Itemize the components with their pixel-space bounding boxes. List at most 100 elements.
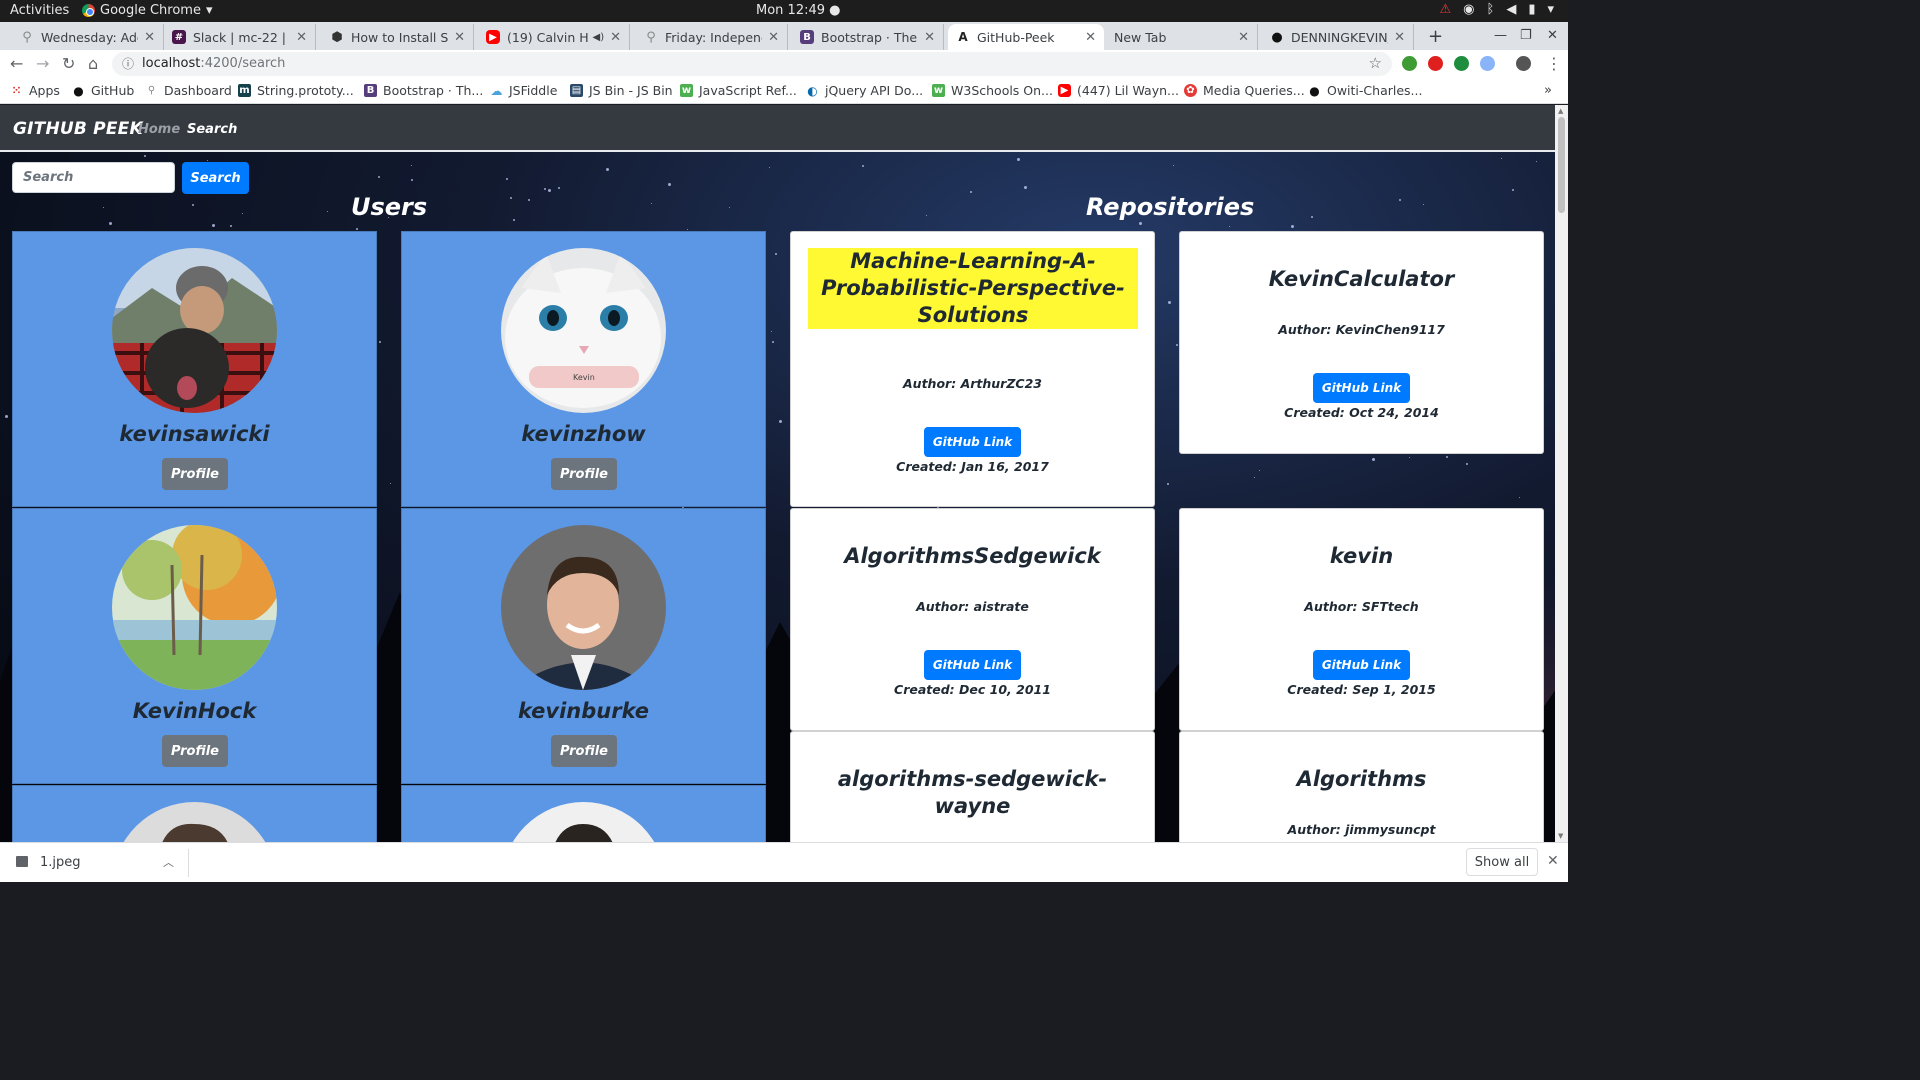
browser-tab[interactable]: ▶ (19) Calvin Harr ◀) ✕ [478,24,630,50]
created-value: Dec 10, 2011 [959,682,1051,697]
star-dot [207,160,208,161]
bookmark-item[interactable]: ⚲ Dashboard [145,83,232,98]
bookmark-item[interactable]: ● GitHub [72,83,134,98]
new-tab-button[interactable]: + [1428,26,1443,47]
avatar [112,248,277,413]
user-card: KevinHock Profile [12,508,377,784]
forward-icon[interactable]: → [36,54,49,73]
bookmark-item[interactable]: B Bootstrap · Th... [364,83,483,98]
repo-card: KevinCalculator Author: KevinChen9117 Gi… [1179,231,1544,454]
chevron-down-icon: ▾ [1547,2,1554,17]
close-icon[interactable]: ✕ [1085,30,1096,45]
close-icon[interactable]: ✕ [924,30,935,45]
browser-tab-active[interactable]: A GitHub-Peek ✕ [948,24,1104,50]
search-input[interactable] [12,162,175,193]
browser-tab[interactable]: ⚲ Friday: Independen ✕ [636,24,788,50]
info-icon[interactable]: ⓘ [122,55,134,72]
download-file-name[interactable]: 1.jpeg [40,855,81,870]
close-icon[interactable]: ✕ [610,30,621,45]
star-dot [356,228,358,230]
bookmark-item[interactable]: w JavaScript Ref... [680,83,797,98]
warning-icon[interactable]: ⚠ [1440,2,1452,17]
bookmark-item[interactable]: ▶ (447) Lil Wayn... [1058,83,1179,98]
page-scrollbar[interactable]: ▲ ▼ [1555,105,1568,842]
url-host: localhost [142,56,201,71]
close-icon[interactable]: ✕ [768,30,779,45]
reload-icon[interactable]: ↻ [62,54,75,73]
show-all-button[interactable]: Show all [1466,848,1538,876]
clock[interactable]: Mon 12:49 ● [756,3,840,18]
chevron-up-icon[interactable]: ︿ [163,854,174,870]
audio-playing-icon[interactable]: ◀) [593,32,605,43]
bookmark-item[interactable]: m String.prototy... [238,83,354,98]
navbar-brand[interactable]: GITHUB PEEK [13,119,143,139]
bookmark-item[interactable]: ☁ JSFiddle [490,83,558,98]
bookmark-item[interactable]: ⁙ Apps [10,83,60,98]
scroll-down-icon[interactable]: ▼ [1558,832,1563,840]
activities-button[interactable]: Activities [10,3,69,18]
bookmark-item[interactable]: ▤ JS Bin - JS Bin [570,83,673,98]
profile-button[interactable]: Profile [551,735,617,767]
profile-button[interactable]: Profile [162,735,228,767]
star-dot [327,211,328,212]
github-link-button[interactable]: GitHub Link [1313,373,1410,403]
bookmarks-overflow-button[interactable]: » [1544,83,1552,98]
kebab-menu-icon[interactable]: ⋮ [1546,54,1562,73]
browser-tab[interactable]: B Bootstrap · The mo ✕ [792,24,944,50]
minimize-icon[interactable]: — [1494,28,1507,43]
star-dot [687,229,688,230]
extension-icon[interactable] [1480,56,1495,71]
browser-tab[interactable]: # Slack | mc-22 | Mor ✕ [164,24,316,50]
users-heading: Users [351,193,428,221]
bookmark-label: String.prototy... [257,83,354,98]
volume-icon: ◀ [1506,2,1517,17]
system-tray[interactable]: ⚠ ◉ ᛒ ◀ ▮ ▾ [1440,2,1555,17]
scroll-up-icon[interactable]: ▲ [1558,107,1563,115]
github-link-button[interactable]: GitHub Link [1313,650,1410,680]
browser-tab[interactable]: New Tab ✕ [1106,24,1258,50]
bookmark-item[interactable]: ● Owiti-Charles... [1308,83,1422,98]
close-icon[interactable]: ✕ [1394,30,1405,45]
repo-name: KevinCalculator [1268,267,1455,291]
bookmark-item[interactable]: w W3Schools On... [932,83,1053,98]
user-login: kevinburke [517,699,650,723]
extension-icon[interactable] [1402,56,1417,71]
browser-tab[interactable]: ● DENNINGKEVIN/g ✕ [1262,24,1414,50]
address-bar[interactable]: ⓘ localhost:4200/search ☆ [112,52,1392,76]
bookmark-label: Apps [29,83,60,98]
tab-strip: ⚲ Wednesday: Add B ✕ # Slack | mc-22 | M… [0,22,1568,50]
browser-tab[interactable]: ⚲ Wednesday: Add B ✕ [12,24,164,50]
search-button[interactable]: Search [182,162,249,194]
browser-tab[interactable]: ⬢ How to Install Slac ✕ [322,24,474,50]
url-text[interactable]: localhost:4200/search [142,56,285,71]
app-menu[interactable]: Google Chrome ▾ [82,3,213,18]
star-dot [1176,344,1178,346]
nav-link-search[interactable]: Search [187,122,237,137]
avatar[interactable] [1516,56,1531,71]
star-dot [1139,222,1142,225]
nav-link-home[interactable]: Home [138,122,180,137]
profile-button[interactable]: Profile [551,458,617,490]
star-dot [1512,189,1514,191]
opera-icon[interactable] [1428,56,1443,71]
close-icon[interactable]: ✕ [296,30,307,45]
github-link-button[interactable]: GitHub Link [924,650,1021,680]
close-icon[interactable]: ✕ [1238,30,1249,45]
bookmark-item[interactable]: ✿ Media Queries... [1184,83,1305,98]
restore-icon[interactable]: ❐ [1520,28,1532,43]
profile-button[interactable]: Profile [162,458,228,490]
home-icon[interactable]: ⌂ [88,54,98,73]
author-label: Author: [903,376,957,391]
close-icon[interactable]: ✕ [144,30,155,45]
close-icon[interactable]: ✕ [454,30,465,45]
close-icon[interactable]: ✕ [1547,853,1559,869]
scrollbar-thumb[interactable] [1558,117,1565,213]
bookmark-star-icon[interactable]: ☆ [1369,54,1382,72]
github-link-button[interactable]: GitHub Link [924,427,1021,457]
extension-icon[interactable] [1454,56,1469,71]
back-icon[interactable]: ← [10,54,23,73]
close-window-icon[interactable]: ✕ [1547,28,1558,43]
bookmark-label: Owiti-Charles... [1327,83,1423,98]
bookmark-item[interactable]: ◐ jQuery API Do... [806,83,923,98]
author-label: Author: [1304,599,1358,614]
